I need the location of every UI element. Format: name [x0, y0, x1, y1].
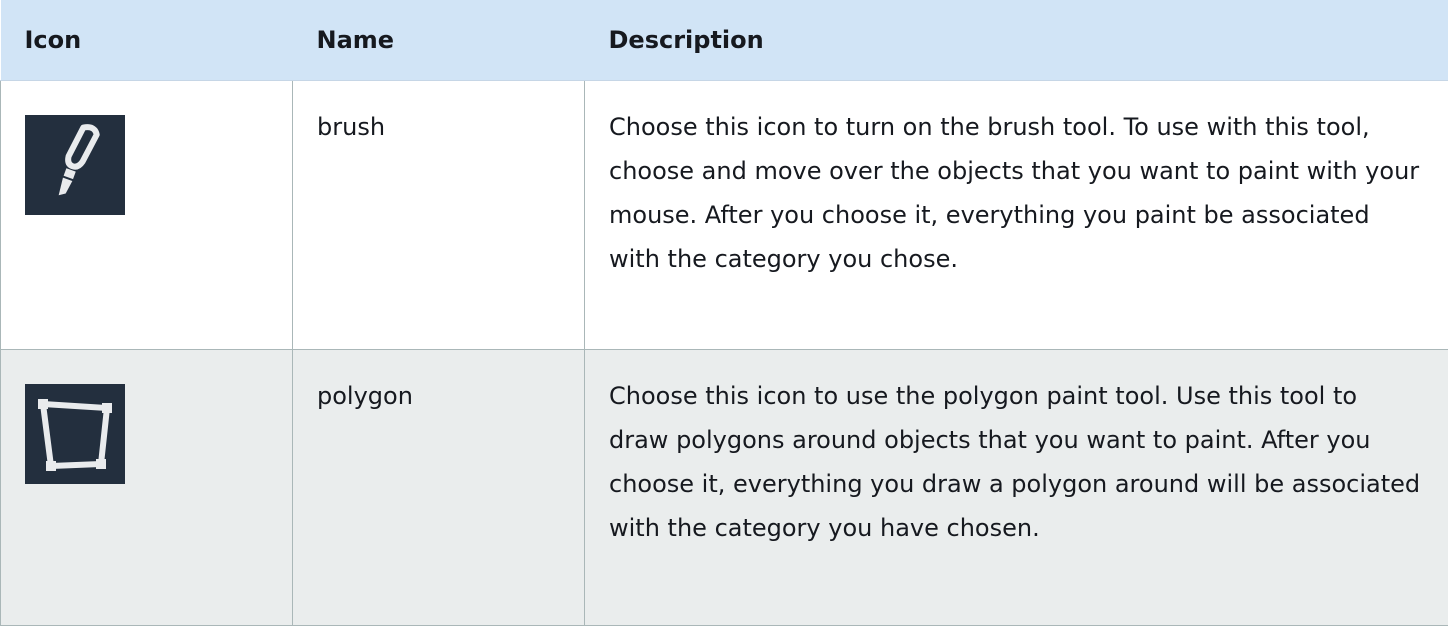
brush-icon — [25, 115, 125, 215]
header-description: Description — [584, 0, 1448, 81]
table-row: brush Choose this icon to turn on the br… — [0, 80, 1448, 350]
header-icon: Icon — [0, 0, 293, 81]
tool-description: Choose this icon to use the polygon pain… — [584, 349, 1448, 626]
tool-name: polygon — [292, 349, 585, 626]
icon-cell — [0, 80, 293, 350]
header-name: Name — [292, 0, 585, 81]
table-body: brush Choose this icon to turn on the br… — [0, 80, 1448, 626]
header-row: Icon Name Description — [0, 0, 1448, 81]
table-header: Icon Name Description — [0, 0, 1448, 81]
tool-table: Icon Name Description brush Choose this … — [0, 0, 1448, 626]
polygon-icon — [25, 384, 125, 484]
tool-name: brush — [292, 80, 585, 350]
tool-description: Choose this icon to turn on the brush to… — [584, 80, 1448, 350]
table-row: polygon Choose this icon to use the poly… — [0, 349, 1448, 626]
icon-cell — [0, 349, 293, 626]
